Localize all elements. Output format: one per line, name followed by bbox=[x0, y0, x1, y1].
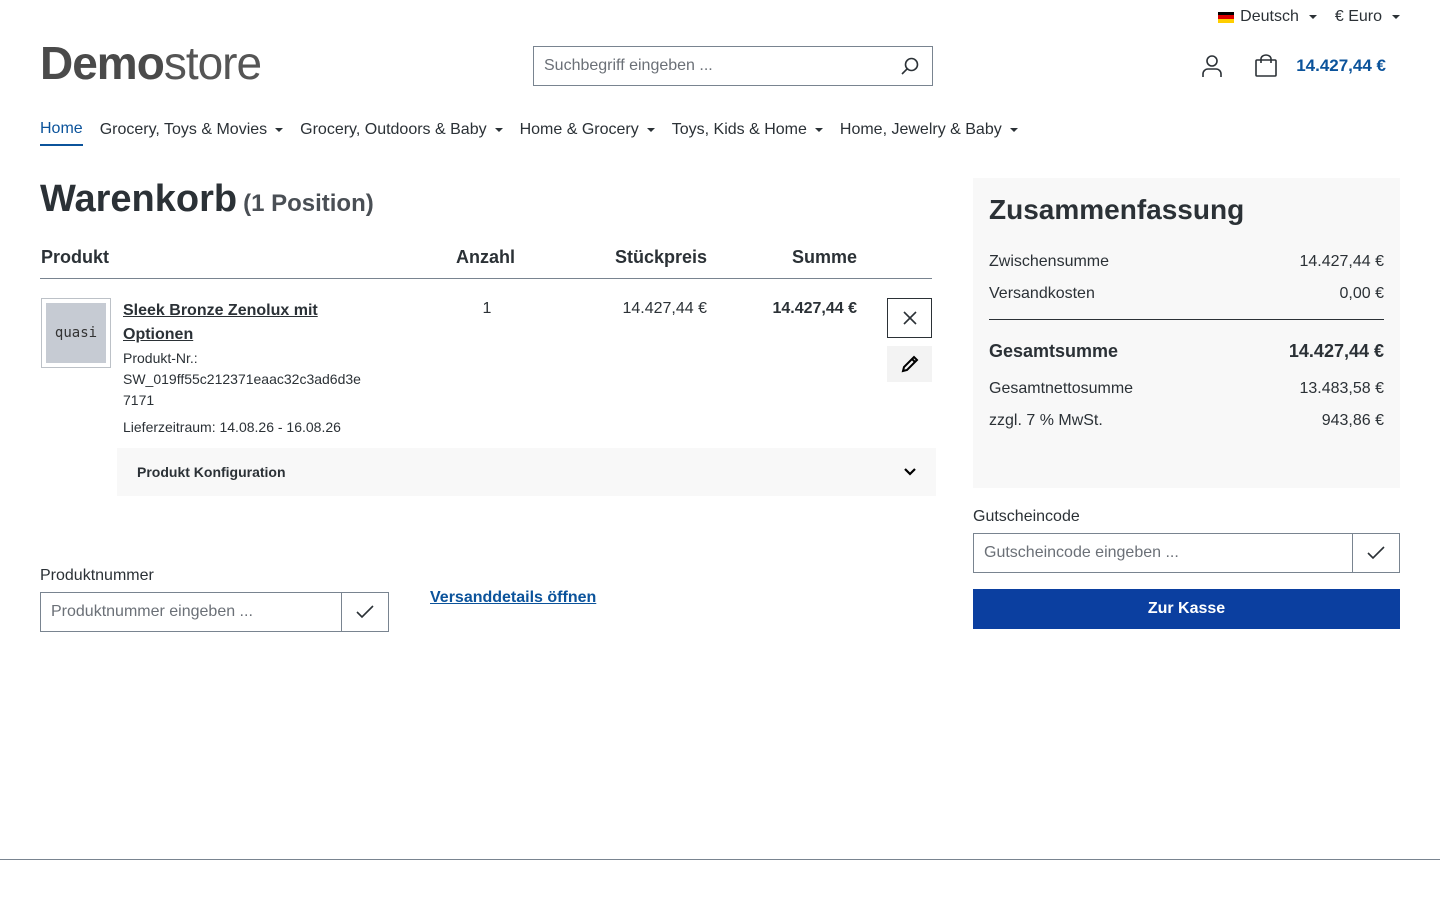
checkmark-icon bbox=[1367, 546, 1385, 560]
caret-down-icon bbox=[494, 128, 503, 132]
net-total-value: 13.483,58 € bbox=[1299, 380, 1384, 397]
add-product-button[interactable] bbox=[341, 593, 388, 631]
tax-label: zzgl. 7 % MwSt. bbox=[989, 412, 1103, 429]
pencil-icon bbox=[901, 355, 918, 373]
nav-label: Home bbox=[40, 120, 83, 137]
column-header-total: Summe bbox=[791, 247, 857, 267]
close-icon bbox=[902, 311, 917, 325]
order-summary: Zusammenfassung Zwischensumme 14.427,44 … bbox=[973, 178, 1400, 488]
shipping-details-link[interactable]: Versanddetails öffnen bbox=[430, 589, 596, 607]
user-icon bbox=[1202, 55, 1222, 77]
summary-title: Zusammenfassung bbox=[989, 194, 1245, 225]
page-title: Warenkorb (1 Position) bbox=[40, 178, 374, 221]
nav-item-home-grocery[interactable]: Home & Grocery bbox=[520, 120, 655, 146]
checkout-button[interactable]: Zur Kasse bbox=[973, 589, 1400, 629]
currency-label: € Euro bbox=[1334, 8, 1382, 25]
nav-item-toys-kids-home[interactable]: Toys, Kids & Home bbox=[672, 120, 823, 146]
summary-divider bbox=[989, 319, 1384, 320]
caret-down-icon bbox=[646, 128, 655, 132]
nav-item-home-jewelry-baby[interactable]: Home, Jewelry & Baby bbox=[840, 120, 1018, 146]
nav-label: Toys, Kids & Home bbox=[671, 121, 807, 138]
product-number-label: Produkt-Nr.: bbox=[123, 350, 198, 366]
caret-down-icon bbox=[275, 128, 284, 132]
language-label: Deutsch bbox=[1240, 8, 1299, 25]
column-header-quantity: Anzahl bbox=[456, 247, 516, 267]
tax-value: 943,86 € bbox=[1321, 412, 1384, 429]
quantity-value: 1 bbox=[482, 300, 492, 317]
german-flag-icon bbox=[1218, 11, 1235, 23]
search-icon bbox=[901, 57, 919, 75]
coupon-form bbox=[973, 533, 1400, 573]
caret-down-icon bbox=[1308, 15, 1317, 19]
logo-light-text: store bbox=[163, 37, 262, 89]
chevron-down-icon bbox=[904, 468, 916, 476]
page-title-text: Warenkorb bbox=[40, 178, 238, 220]
product-number-label: Produktnummer bbox=[40, 567, 154, 584]
delivery-time: Lieferzeitraum: 14.08.26 - 16.08.26 bbox=[123, 419, 341, 435]
shipping-label: Versandkosten bbox=[989, 285, 1095, 302]
apply-coupon-button[interactable] bbox=[1352, 534, 1399, 572]
nav-item-grocery-outdoors-baby[interactable]: Grocery, Outdoors & Baby bbox=[300, 120, 503, 146]
net-total-label: Gesamtnettosumme bbox=[989, 380, 1134, 397]
search-bar bbox=[533, 46, 933, 86]
checkmark-icon bbox=[356, 605, 374, 619]
nav-label: Home, Jewelry & Baby bbox=[839, 121, 1002, 138]
grand-total-row: Gesamtsumme 14.427,44 € bbox=[989, 329, 1384, 373]
cart-total[interactable]: 14.427,44 € bbox=[1296, 56, 1386, 76]
language-selector[interactable]: Deutsch bbox=[1218, 8, 1317, 26]
store-logo[interactable]: Demostore bbox=[40, 37, 262, 89]
nav-label: Home & Grocery bbox=[519, 121, 639, 138]
net-total-row: Gesamtnettosumme 13.483,58 € bbox=[989, 373, 1384, 405]
product-image-placeholder: quasi bbox=[46, 303, 106, 363]
line-total-value: 14.427,44 € bbox=[772, 300, 857, 317]
currency-selector[interactable]: € Euro bbox=[1335, 8, 1400, 26]
nav-label: Grocery, Toys & Movies bbox=[99, 121, 268, 138]
unit-price-value: 14.427,44 € bbox=[622, 300, 707, 317]
product-number-value: SW_019ff55c212371eaac32c3ad6d3e7171 bbox=[123, 371, 361, 408]
configuration-label: Produkt Konfiguration bbox=[137, 464, 286, 480]
subtotal-value: 14.427,44 € bbox=[1299, 253, 1384, 270]
grand-total-label: Gesamtsumme bbox=[989, 340, 1119, 361]
tax-row: zzgl. 7 % MwSt. 943,86 € bbox=[989, 405, 1384, 437]
column-header-unit-price: Stückpreis bbox=[614, 247, 707, 267]
main-navigation: Home Grocery, Toys & Movies Grocery, Out… bbox=[40, 120, 1018, 146]
remove-item-button[interactable] bbox=[887, 298, 932, 338]
search-input[interactable] bbox=[534, 47, 888, 85]
table-header-divider bbox=[40, 278, 932, 279]
item-count: (1 Position) bbox=[243, 190, 374, 217]
nav-item-grocery-toys-movies[interactable]: Grocery, Toys & Movies bbox=[99, 120, 284, 146]
product-thumbnail[interactable]: quasi bbox=[41, 298, 111, 368]
product-number-input[interactable] bbox=[41, 593, 341, 631]
edit-item-button[interactable] bbox=[887, 346, 932, 382]
product-number: Produkt-Nr.: SW_019ff55c212371eaac32c3ad… bbox=[123, 348, 363, 411]
coupon-label: Gutscheincode bbox=[973, 508, 1080, 525]
coupon-input[interactable] bbox=[974, 534, 1352, 572]
shipping-row: Versandkosten 0,00 € bbox=[989, 278, 1384, 310]
caret-down-icon bbox=[814, 128, 823, 132]
caret-down-icon bbox=[1009, 128, 1018, 132]
cart-button[interactable] bbox=[1250, 50, 1282, 82]
column-header-product: Produkt bbox=[41, 247, 110, 267]
caret-down-icon bbox=[1392, 15, 1400, 19]
product-number-form bbox=[40, 592, 389, 632]
shipping-value: 0,00 € bbox=[1339, 285, 1384, 302]
nav-label: Grocery, Outdoors & Baby bbox=[300, 121, 487, 138]
subtotal-label: Zwischensumme bbox=[989, 253, 1110, 270]
shopping-bag-icon bbox=[1255, 54, 1277, 77]
nav-item-home[interactable]: Home bbox=[40, 120, 83, 146]
top-bar: Deutsch € Euro bbox=[1218, 8, 1400, 26]
header-actions: 14.427,44 € bbox=[1196, 50, 1386, 82]
product-name-link[interactable]: Sleek Bronze Zenolux mit Optionen bbox=[123, 299, 363, 347]
footer-divider bbox=[0, 859, 1440, 860]
subtotal-row: Zwischensumme 14.427,44 € bbox=[989, 246, 1384, 278]
logo-bold-text: Demo bbox=[40, 37, 165, 89]
account-button[interactable] bbox=[1196, 50, 1228, 82]
product-configuration-toggle[interactable]: Produkt Konfiguration bbox=[117, 448, 936, 496]
grand-total-value: 14.427,44 € bbox=[1288, 340, 1384, 361]
search-button[interactable] bbox=[888, 47, 932, 85]
